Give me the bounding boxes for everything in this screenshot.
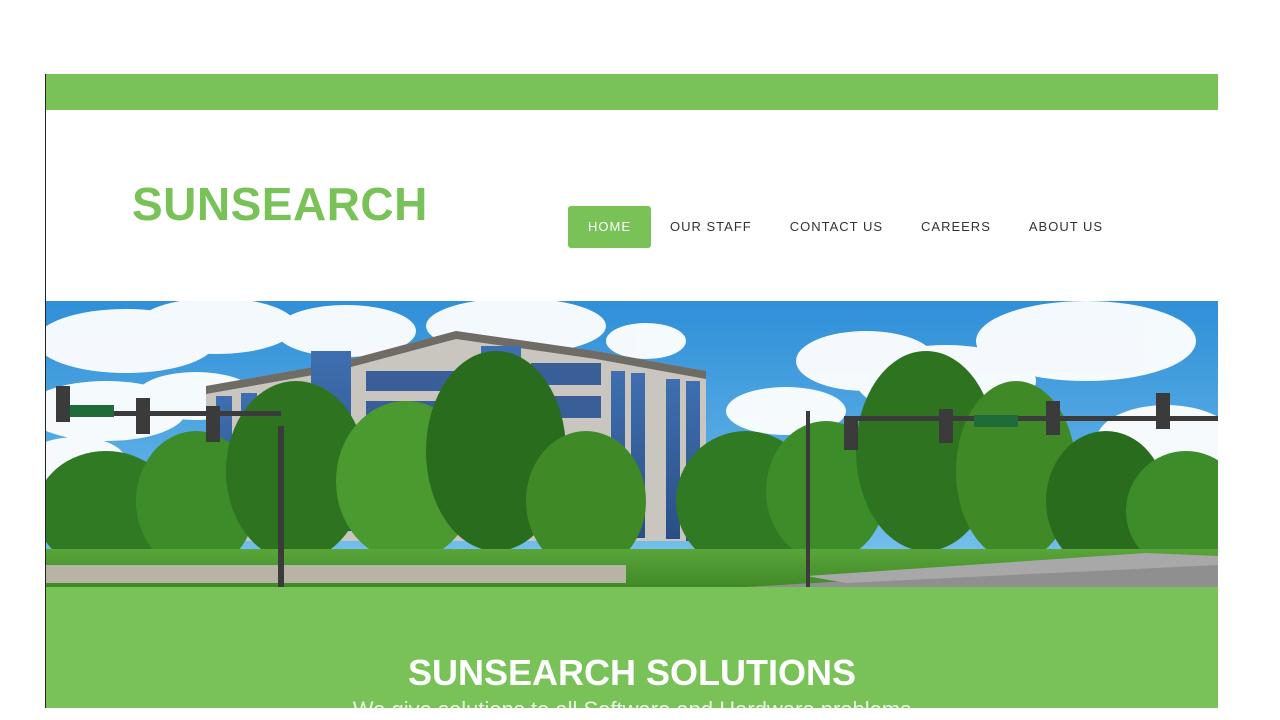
nav-item-our-staff[interactable]: OUR STAFF — [651, 206, 771, 248]
nav-item-home[interactable]: HOME — [568, 206, 651, 248]
website-page: SUNSEARCH HOME OUR STAFF CONTACT US CARE… — [45, 74, 1218, 708]
nav-item-about-us[interactable]: ABOUT US — [1010, 206, 1122, 248]
nav-item-contact-us[interactable]: CONTACT US — [771, 206, 902, 248]
solutions-banner: SUNSEARCH SOLUTIONS We give solutions to… — [46, 587, 1218, 708]
site-logo[interactable]: SUNSEARCH — [132, 178, 428, 230]
main-nav: HOME OUR STAFF CONTACT US CAREERS ABOUT … — [568, 206, 1122, 248]
nav-item-careers[interactable]: CAREERS — [902, 206, 1010, 248]
site-header: SUNSEARCH HOME OUR STAFF CONTACT US CARE… — [46, 110, 1218, 301]
hero-image — [46, 301, 1218, 587]
banner-title: SUNSEARCH SOLUTIONS — [407, 652, 857, 693]
banner-subtitle: We give solutions to all Software and Ha… — [46, 697, 1218, 708]
top-accent-bar — [46, 74, 1218, 110]
office-building-photo — [46, 301, 1218, 587]
